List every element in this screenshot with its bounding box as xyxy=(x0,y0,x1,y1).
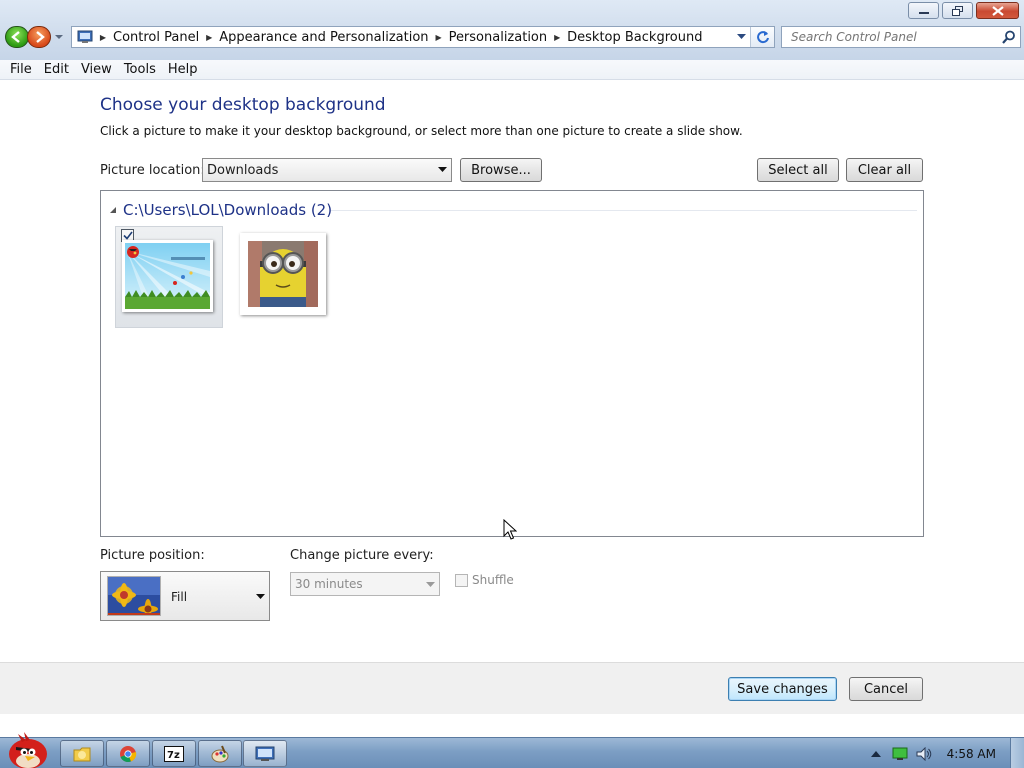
arrow-right-icon xyxy=(36,31,45,43)
picture-location-label: Picture location: xyxy=(100,163,205,178)
mouse-cursor-icon xyxy=(503,519,517,540)
arrow-left-icon xyxy=(11,31,20,43)
page-description: Click a picture to make it your desktop … xyxy=(100,124,743,138)
taskbar-explorer-button[interactable] xyxy=(60,740,104,767)
breadcrumb-appearance[interactable]: Appearance and Personalization xyxy=(217,30,430,45)
cancel-button[interactable]: Cancel xyxy=(849,677,923,701)
picture-thumbnail[interactable] xyxy=(237,226,345,328)
chrome-icon xyxy=(120,745,137,762)
show-hidden-icons-button[interactable] xyxy=(867,745,885,763)
address-history-dropdown[interactable] xyxy=(734,27,748,47)
refresh-button[interactable] xyxy=(750,27,774,47)
7zip-icon: 7z xyxy=(164,745,184,762)
back-button[interactable] xyxy=(5,26,29,48)
minion-photo-image xyxy=(240,233,326,315)
angry-bird-start-icon xyxy=(9,732,47,768)
breadcrumb-separator-icon[interactable]: ▶ xyxy=(95,33,111,42)
taskbar-clock[interactable]: 4:58 AM xyxy=(947,747,996,761)
show-desktop-button[interactable] xyxy=(1010,738,1024,768)
picture-location-select[interactable]: Downloads xyxy=(202,158,452,182)
shuffle-option[interactable]: Shuffle xyxy=(455,573,514,587)
close-button[interactable] xyxy=(976,2,1019,19)
volume-icon[interactable] xyxy=(915,745,933,763)
chevron-down-icon xyxy=(55,35,63,39)
collapse-arrow-icon[interactable] xyxy=(109,206,121,214)
save-changes-button[interactable]: Save changes xyxy=(728,677,837,701)
address-bar[interactable]: ▶ Control Panel ▶ Appearance and Persona… xyxy=(71,26,775,48)
taskbar: 7z 4:58 AM xyxy=(0,732,1024,768)
minimize-button[interactable] xyxy=(908,2,939,19)
start-button[interactable] xyxy=(2,730,52,768)
close-icon xyxy=(991,5,1004,16)
search-input[interactable] xyxy=(782,30,992,44)
picture-list[interactable]: C:\Users\LOL\Downloads (2) xyxy=(100,190,924,537)
menu-help[interactable]: Help xyxy=(162,62,204,77)
change-interval-value: 30 minutes xyxy=(295,577,363,591)
svg-text:7z: 7z xyxy=(167,750,180,761)
angry-birds-wallpaper-image xyxy=(122,240,213,312)
taskbar-chrome-button[interactable] xyxy=(106,740,150,767)
breadcrumb-desktop-background[interactable]: Desktop Background xyxy=(565,30,704,45)
picture-location-value: Downloads xyxy=(207,162,279,178)
window-title-bar: ▶ Control Panel ▶ Appearance and Persona… xyxy=(0,0,1024,60)
change-interval-select[interactable]: 30 minutes xyxy=(290,572,440,596)
menu-bar: File Edit View Tools Help xyxy=(0,60,1024,80)
navigation-buttons xyxy=(5,26,65,48)
chevron-down-icon xyxy=(438,167,447,172)
select-all-button[interactable]: Select all xyxy=(757,158,839,182)
shuffle-checkbox[interactable] xyxy=(455,573,468,587)
menu-edit[interactable]: Edit xyxy=(38,62,75,77)
chevron-down-icon xyxy=(736,34,746,39)
breadcrumb-separator-icon[interactable]: ▶ xyxy=(431,33,447,42)
picture-thumbnail[interactable] xyxy=(115,226,223,328)
picture-position-value: Fill xyxy=(171,590,188,604)
dialog-footer: Save changes Cancel xyxy=(0,662,1024,714)
search-box[interactable] xyxy=(781,26,1021,48)
control-panel-icon xyxy=(255,746,275,761)
picture-position-label: Picture position: xyxy=(100,548,205,563)
windows-explorer-icon xyxy=(73,747,91,761)
picture-position-select[interactable]: Fill xyxy=(100,571,270,621)
refresh-icon xyxy=(756,31,769,44)
chevron-down-icon xyxy=(256,594,265,599)
recent-pages-button[interactable] xyxy=(53,26,65,48)
network-status-icon[interactable] xyxy=(891,745,909,763)
page-title: Choose your desktop background xyxy=(100,95,386,115)
breadcrumb-personalization[interactable]: Personalization xyxy=(447,30,550,45)
restore-icon xyxy=(951,5,963,16)
chevron-down-icon xyxy=(426,582,435,587)
menu-view[interactable]: View xyxy=(75,62,118,77)
taskbar-7zip-button[interactable]: 7z xyxy=(152,740,196,767)
breadcrumb-separator-icon[interactable]: ▶ xyxy=(201,33,217,42)
breadcrumb-separator-icon[interactable]: ▶ xyxy=(549,33,565,42)
browse-button[interactable]: Browse... xyxy=(460,158,542,182)
minimize-icon xyxy=(918,11,929,14)
system-tray: 4:58 AM xyxy=(867,738,1024,768)
chevron-up-icon xyxy=(870,750,881,757)
taskbar-paint-button[interactable] xyxy=(198,740,242,767)
shuffle-label: Shuffle xyxy=(472,573,514,587)
paint-icon xyxy=(211,745,229,762)
checkmark-icon xyxy=(122,231,133,240)
group-divider xyxy=(331,210,917,211)
picture-position-preview xyxy=(107,576,161,616)
taskbar-control-panel-button[interactable] xyxy=(243,740,287,767)
restore-button[interactable] xyxy=(942,2,973,19)
change-picture-label: Change picture every: xyxy=(290,548,434,563)
search-icon[interactable] xyxy=(1002,30,1016,44)
picture-group-title: C:\Users\LOL\Downloads (2) xyxy=(123,201,333,219)
clear-all-button[interactable]: Clear all xyxy=(846,158,923,182)
window-controls xyxy=(908,2,1019,19)
picture-group-header[interactable]: C:\Users\LOL\Downloads (2) xyxy=(109,201,332,219)
forward-button[interactable] xyxy=(27,26,51,48)
menu-tools[interactable]: Tools xyxy=(118,62,162,77)
breadcrumb-control-panel[interactable]: Control Panel xyxy=(111,30,201,45)
content-area: Choose your desktop background Click a p… xyxy=(0,81,1024,663)
control-panel-icon xyxy=(75,28,95,46)
menu-file[interactable]: File xyxy=(4,62,38,77)
